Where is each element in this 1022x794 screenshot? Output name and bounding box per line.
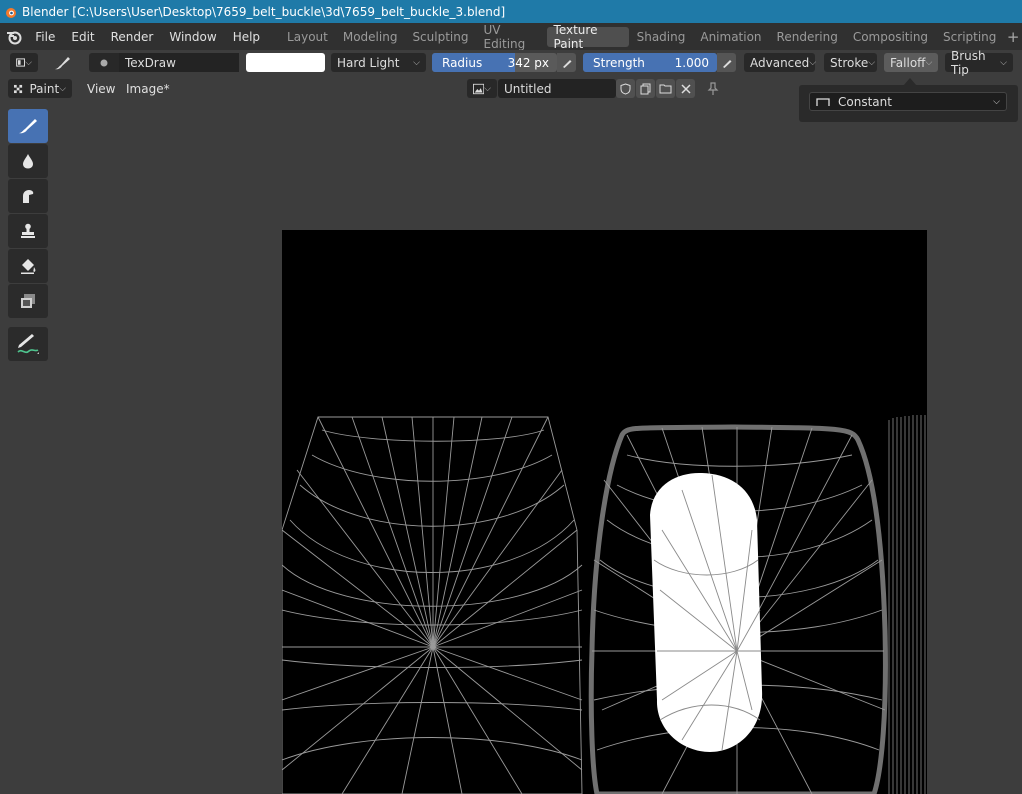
radius-pressure-icon[interactable]	[557, 53, 576, 72]
falloff-shape-label: Constant	[838, 94, 892, 109]
menu-view[interactable]: View	[79, 76, 123, 101]
tab-modeling[interactable]: Modeling	[336, 27, 405, 47]
image-icon	[473, 83, 485, 94]
tab-uv-editing[interactable]: UV Editing	[476, 23, 545, 51]
strength-pressure-icon[interactable]	[717, 53, 736, 72]
tab-texture-paint[interactable]: Texture Paint	[546, 23, 629, 51]
chevron-down-icon: ⌵	[925, 57, 933, 68]
radius-slider[interactable]: Radius 342 px	[432, 53, 557, 72]
image-name-field[interactable]: Untitled	[498, 79, 616, 98]
fill-bucket-icon	[21, 259, 36, 274]
checker-paint-icon	[14, 84, 23, 93]
chevron-down-icon: ⌵	[413, 57, 420, 68]
chevron-down-icon: ⌵	[868, 57, 876, 68]
strength-value: 1.000	[674, 55, 709, 70]
tab-rendering[interactable]: Rendering	[770, 27, 845, 47]
radius-value: 342 px	[507, 55, 549, 70]
falloff-popover: Constant ⌵	[799, 78, 1018, 122]
soften-drop-icon	[23, 154, 33, 169]
chevron-down-icon: ⌵	[59, 83, 66, 94]
top-bar: File Edit Render Window Help Layout Mode…	[0, 23, 1022, 51]
blend-mode-label: Hard Light	[337, 55, 400, 70]
annotate-pencil-icon	[17, 334, 39, 354]
chevron-down-icon: ⌵	[809, 57, 817, 68]
advanced-dropdown[interactable]: Advanced ⌵	[744, 53, 817, 72]
stroke-dropdown[interactable]: Stroke ⌵	[824, 53, 877, 72]
mode-label: Paint	[29, 81, 60, 96]
radius-label: Radius	[442, 55, 483, 70]
constant-curve-icon	[816, 97, 830, 106]
draw-brush-icon	[19, 119, 37, 134]
falloff-dropdown[interactable]: Falloff ⌵	[884, 53, 938, 72]
strength-slider[interactable]: Strength 1.000	[583, 53, 717, 72]
falloff-shape-dropdown[interactable]: Constant ⌵	[809, 92, 1007, 111]
blender-menu-icon[interactable]	[0, 23, 27, 50]
image-browse-dropdown[interactable]: ⌵	[467, 79, 497, 98]
menu-image[interactable]: Image*	[118, 76, 178, 101]
fake-user-icon[interactable]	[616, 79, 635, 98]
mode-dropdown[interactable]: Paint ⌵	[8, 79, 72, 98]
smear-tool-button[interactable]	[8, 179, 48, 213]
brush-tool-icon[interactable]	[50, 53, 74, 72]
tool-header: ⌵ TexDraw Hard Light ⌵ Radius 342 px Str…	[0, 49, 1022, 77]
tab-scripting[interactable]: Scripting	[936, 27, 1003, 47]
brush-preview-icon	[89, 58, 119, 68]
brush-name-field[interactable]: TexDraw	[119, 53, 239, 72]
image-editor-icon	[16, 58, 26, 67]
editor-type-dropdown[interactable]: ⌵	[10, 53, 38, 72]
brush-color-swatch[interactable]	[246, 53, 325, 72]
stroke-label: Stroke	[830, 55, 869, 70]
smear-finger-icon	[23, 190, 34, 203]
chevron-down-icon: ⌵	[1000, 57, 1007, 68]
uv-wireframe	[282, 415, 926, 794]
tab-layout[interactable]: Layout	[280, 27, 335, 47]
advanced-label: Advanced	[750, 55, 810, 70]
brush-selector[interactable]: TexDraw	[89, 53, 239, 72]
menu-render[interactable]: Render	[103, 23, 162, 50]
unlink-image-icon[interactable]	[676, 79, 695, 98]
brush-tip-label: Brush Tip	[951, 48, 986, 77]
texture-canvas[interactable]	[282, 230, 927, 794]
add-workspace-icon[interactable]: +	[1004, 27, 1022, 47]
tool-shelf	[8, 109, 50, 362]
new-image-icon[interactable]	[636, 79, 655, 98]
menu-help[interactable]: Help	[225, 23, 268, 50]
tab-animation[interactable]: Animation	[693, 27, 768, 47]
soften-tool-button[interactable]	[8, 144, 48, 178]
workspace-tabs: Layout Modeling Sculpting UV Editing Tex…	[280, 23, 1022, 51]
clone-stamp-icon	[21, 223, 35, 238]
tab-compositing[interactable]: Compositing	[846, 27, 935, 47]
chevron-down-icon: ⌵	[484, 83, 491, 94]
mask-icon	[21, 294, 35, 308]
tab-shading[interactable]: Shading	[630, 27, 693, 47]
tab-sculpting[interactable]: Sculpting	[405, 27, 475, 47]
draw-tool-button[interactable]	[8, 109, 48, 143]
brush-tip-dropdown[interactable]: Brush Tip ⌵	[945, 49, 1013, 77]
fill-tool-button[interactable]	[8, 249, 48, 283]
menu-file[interactable]: File	[27, 23, 63, 50]
falloff-label: Falloff	[890, 55, 926, 70]
window-titlebar: Blender [C:\Users\User\Desktop\7659_belt…	[0, 0, 1022, 23]
strength-label: Strength	[593, 55, 645, 70]
blend-mode-dropdown[interactable]: Hard Light ⌵	[331, 53, 426, 72]
window-title: Blender [C:\Users\User\Desktop\7659_belt…	[22, 4, 506, 19]
popover-arrow	[903, 78, 917, 86]
open-image-icon[interactable]	[656, 79, 675, 98]
menu-edit[interactable]: Edit	[63, 23, 102, 50]
clone-tool-button[interactable]	[8, 214, 48, 248]
blender-app-icon	[6, 7, 16, 18]
pin-icon[interactable]	[704, 80, 722, 98]
mask-tool-button[interactable]	[8, 284, 48, 318]
image-name-label: Untitled	[504, 81, 552, 96]
menu-window[interactable]: Window	[161, 23, 224, 50]
chevron-down-icon: ⌵	[993, 96, 1000, 107]
annotate-tool-button[interactable]	[8, 327, 48, 361]
chevron-down-icon: ⌵	[25, 57, 32, 68]
